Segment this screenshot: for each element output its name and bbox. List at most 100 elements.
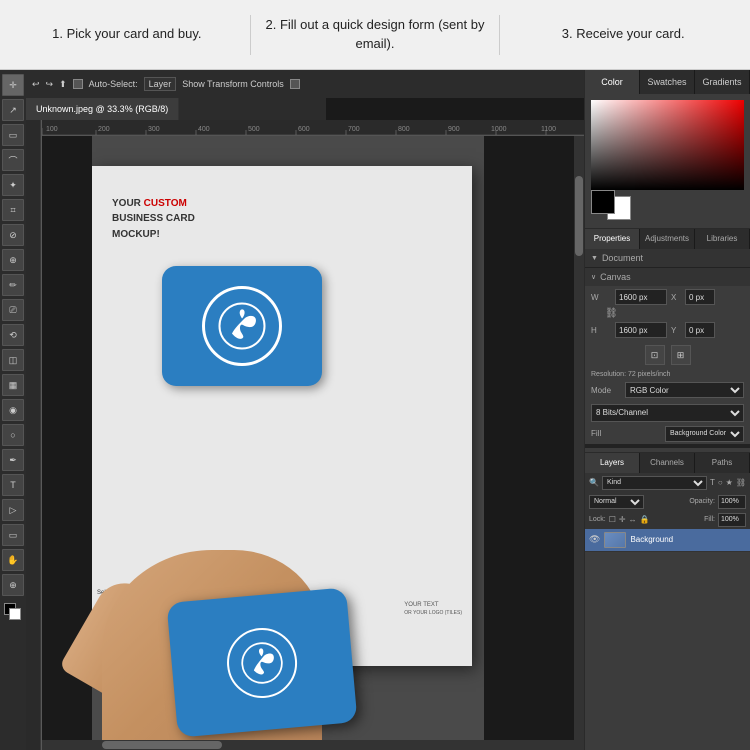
lock-icon-3[interactable]: ↔ bbox=[629, 515, 637, 524]
lock-icon-2[interactable]: ✛ bbox=[619, 515, 626, 524]
text-tool[interactable]: T bbox=[2, 474, 24, 496]
filter-icon-star[interactable]: ★ bbox=[726, 478, 733, 487]
doc-arrow: ▼ bbox=[591, 255, 598, 262]
canvas-width-input[interactable] bbox=[615, 289, 667, 305]
arrow-icon-3[interactable]: ⬆ bbox=[59, 79, 67, 90]
horizontal-scrollbar[interactable] bbox=[42, 740, 574, 750]
opacity-label: Opacity: bbox=[689, 498, 715, 505]
opacity-input[interactable] bbox=[718, 495, 746, 509]
arrow-icon-2[interactable]: ↪ bbox=[46, 79, 54, 90]
canvas-y-input[interactable] bbox=[685, 322, 715, 338]
zoom-tool[interactable]: ⊕ bbox=[2, 574, 24, 596]
props-document-section[interactable]: ▼ Document bbox=[585, 249, 750, 267]
arrow-icon-1[interactable]: ↩ bbox=[32, 79, 40, 90]
crop-tool[interactable]: ⌗ bbox=[2, 199, 24, 221]
svg-text:1000: 1000 bbox=[491, 126, 507, 133]
healing-tool[interactable]: ⊕ bbox=[2, 249, 24, 271]
y-label: Y bbox=[671, 326, 681, 335]
blur-tool[interactable]: ◉ bbox=[2, 399, 24, 421]
vertical-scrollbar[interactable] bbox=[574, 136, 584, 750]
filter-icon-circle[interactable]: ○ bbox=[718, 478, 723, 487]
pen-tool[interactable]: ✒ bbox=[2, 449, 24, 471]
right-bg bbox=[484, 136, 584, 750]
mode-select[interactable]: RGB Color bbox=[625, 382, 744, 398]
lock-icon-1[interactable]: ☐ bbox=[609, 515, 616, 524]
arrow-tool[interactable]: ↗ bbox=[2, 99, 24, 121]
hand-tool[interactable]: ✋ bbox=[2, 549, 24, 571]
canvas-x-input[interactable] bbox=[685, 289, 715, 305]
small-text-overlay: YOUR TEXT OR YOUR LOGO (TILES) bbox=[404, 602, 462, 616]
svg-text:400: 400 bbox=[198, 126, 210, 133]
layer-dropdown[interactable]: Layer bbox=[144, 77, 177, 91]
clone-tool[interactable]: ⎚ bbox=[2, 299, 24, 321]
tab-color[interactable]: Color bbox=[585, 70, 640, 94]
kind-select[interactable]: Kind bbox=[602, 476, 707, 490]
fit-icon[interactable]: ⊡ bbox=[645, 345, 665, 365]
fill-label: Fill bbox=[591, 429, 661, 438]
scrollbar-thumb-h[interactable] bbox=[102, 741, 222, 749]
scrollbar-thumb-v[interactable] bbox=[575, 176, 583, 256]
props-tab-properties[interactable]: Properties bbox=[585, 229, 640, 249]
step-1-text: 1. Pick your card and buy. bbox=[52, 26, 201, 41]
path-select-tool[interactable]: ▷ bbox=[2, 499, 24, 521]
canvas-text-block: YOUR CUSTOMBUSINESS CARDMOCKUP! bbox=[112, 196, 195, 242]
brush-tool[interactable]: ✏ bbox=[2, 274, 24, 296]
tab-layers[interactable]: Layers bbox=[585, 453, 640, 473]
foreground-color[interactable] bbox=[591, 190, 615, 214]
ps-tab-unknown[interactable]: Unknown.jpeg @ 33.3% (RGB/8) bbox=[26, 98, 179, 120]
eyedropper-tool[interactable]: ⊘ bbox=[2, 224, 24, 246]
color-fg-bg[interactable] bbox=[591, 190, 631, 220]
expand-icon[interactable]: ⊞ bbox=[671, 345, 691, 365]
tab-channels[interactable]: Channels bbox=[640, 453, 695, 473]
layer-background[interactable]: 👁 Background bbox=[585, 529, 750, 552]
blend-mode-select[interactable]: Normal bbox=[589, 495, 644, 509]
crane-svg-lower bbox=[238, 639, 286, 687]
tab-swatches[interactable]: Swatches bbox=[640, 70, 695, 94]
canvas-section: ∨ Canvas W X ⛓ H Y bbox=[585, 267, 750, 444]
step-3: 3. Receive your card. bbox=[513, 25, 733, 43]
ps-tab-bar: Unknown.jpeg @ 33.3% (RGB/8) bbox=[26, 98, 326, 120]
lasso-tool[interactable]: ⌒ bbox=[2, 149, 24, 171]
lock-row: Lock: ☐ ✛ ↔ 🔒 Fill: bbox=[585, 511, 750, 529]
auto-select-checkbox[interactable] bbox=[73, 79, 83, 89]
fill-input[interactable] bbox=[718, 513, 746, 527]
bit-depth-select[interactable]: 8 Bits/Channel bbox=[591, 404, 744, 422]
svg-text:500: 500 bbox=[248, 126, 260, 133]
properties-panel: Properties Adjustments Libraries ▼ Docum… bbox=[585, 228, 750, 444]
fg-bg-color[interactable] bbox=[4, 603, 22, 621]
history-tool[interactable]: ⟲ bbox=[2, 324, 24, 346]
auto-select-label: Auto-Select: bbox=[89, 79, 138, 89]
ps-left-toolbar: ✛ ↗ ▭ ⌒ ✦ ⌗ ⊘ ⊕ ✏ ⎚ ⟲ ◫ ▦ ◉ ○ ✒ T ▷ ▭ ✋ … bbox=[0, 70, 26, 750]
canvas-arrow: ∨ bbox=[591, 273, 596, 281]
props-tab-libraries[interactable]: Libraries bbox=[695, 229, 750, 249]
dodge-tool[interactable]: ○ bbox=[2, 424, 24, 446]
fill-select[interactable]: Background Color bbox=[665, 426, 744, 442]
shape-tool[interactable]: ▭ bbox=[2, 524, 24, 546]
gradient-tool[interactable]: ▦ bbox=[2, 374, 24, 396]
color-gradient-field[interactable] bbox=[591, 100, 744, 190]
fill-label-sm: Fill: bbox=[704, 516, 715, 523]
doc-section-label: Document bbox=[602, 253, 643, 263]
tab-paths[interactable]: Paths bbox=[695, 453, 750, 473]
move-tool[interactable]: ✛ bbox=[2, 74, 24, 96]
color-picker-area[interactable] bbox=[591, 100, 744, 220]
quick-select-tool[interactable]: ✦ bbox=[2, 174, 24, 196]
marquee-tool[interactable]: ▭ bbox=[2, 124, 24, 146]
canvas-section-title[interactable]: ∨ Canvas bbox=[585, 268, 750, 286]
step-divider-2 bbox=[499, 15, 500, 55]
filter-icon-chain[interactable]: ⛓ bbox=[736, 478, 746, 487]
color-panel-tabs: Color Swatches Gradients bbox=[585, 70, 750, 94]
show-transform-checkbox[interactable] bbox=[290, 79, 300, 89]
business-card-upper bbox=[162, 266, 322, 386]
props-tab-adjustments[interactable]: Adjustments bbox=[640, 229, 695, 249]
canvas-height-input[interactable] bbox=[615, 322, 667, 338]
svg-text:1100: 1100 bbox=[541, 126, 556, 133]
eraser-tool[interactable]: ◫ bbox=[2, 349, 24, 371]
chain-link-row: ⛓ bbox=[585, 308, 750, 319]
tab-gradients[interactable]: Gradients bbox=[695, 70, 750, 94]
layer-eye-icon[interactable]: 👁 bbox=[589, 534, 600, 545]
lock-icon-4[interactable]: 🔒 bbox=[640, 515, 650, 524]
mode-row: Mode RGB Color bbox=[585, 380, 750, 400]
photoshop-window: ✛ ↗ ▭ ⌒ ✦ ⌗ ⊘ ⊕ ✏ ⎚ ⟲ ◫ ▦ ◉ ○ ✒ T ▷ ▭ ✋ … bbox=[0, 70, 750, 750]
filter-icon-t[interactable]: T bbox=[710, 478, 715, 487]
